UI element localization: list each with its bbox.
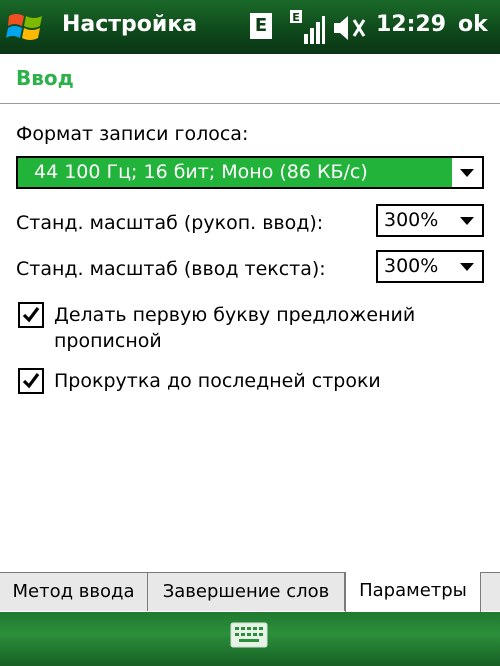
screen: Настройка E E 12:29 ok Ввод Формат запис…	[0, 0, 500, 666]
speaker-muted-icon[interactable]	[332, 12, 368, 44]
header-divider	[0, 103, 500, 104]
capitalize-checkbox[interactable]	[18, 302, 44, 328]
handwriting-scale-label: Станд. масштаб (рукоп. ввод):	[16, 212, 324, 234]
checkmark-icon	[22, 307, 40, 323]
tab-input-method[interactable]: Метод ввода	[0, 573, 148, 611]
chevron-down-icon[interactable]	[460, 263, 474, 271]
text-scale-select[interactable]: 300%	[376, 250, 484, 283]
checkmark-icon	[22, 373, 40, 389]
tab-options[interactable]: Параметры	[345, 572, 481, 612]
bottom-bar	[0, 612, 500, 666]
voice-format-value: 44 100 Гц; 16 бит; Моно (86 КБ/с)	[18, 158, 452, 187]
chevron-down-icon[interactable]	[460, 217, 474, 225]
clock[interactable]: 12:29	[376, 12, 446, 37]
tab-word-completion[interactable]: Завершение слов	[148, 573, 345, 611]
text-scale-label: Станд. масштаб (ввод текста):	[16, 258, 326, 280]
capitalize-label-line1: Делать первую букву предложений	[54, 304, 416, 326]
voice-format-select[interactable]: 44 100 Гц; 16 бит; Моно (86 КБ/с)	[16, 156, 484, 189]
signal-strength-icon[interactable]: E	[288, 8, 326, 46]
scroll-to-last-line-label: Прокрутка до последней строки	[54, 370, 381, 392]
page-title: Ввод	[16, 66, 74, 90]
app-title: Настройка	[62, 12, 198, 37]
handwriting-scale-select[interactable]: 300%	[376, 204, 484, 237]
network-type-badge[interactable]: E	[250, 13, 272, 39]
chevron-down-icon[interactable]	[460, 169, 474, 177]
keyboard-icon[interactable]	[230, 622, 268, 648]
ok-button[interactable]: ok	[458, 12, 488, 37]
capitalize-label-line2: прописной	[54, 330, 162, 352]
title-bar: Настройка E E 12:29 ok	[0, 0, 500, 54]
handwriting-scale-value: 300%	[384, 209, 439, 231]
scroll-to-last-line-checkbox[interactable]	[18, 368, 44, 394]
voice-format-label: Формат записи голоса:	[16, 123, 249, 145]
text-scale-value: 300%	[384, 255, 439, 277]
tab-strip-filler	[481, 573, 500, 611]
svg-text:E: E	[292, 11, 300, 24]
windows-flag-icon[interactable]	[6, 8, 46, 46]
